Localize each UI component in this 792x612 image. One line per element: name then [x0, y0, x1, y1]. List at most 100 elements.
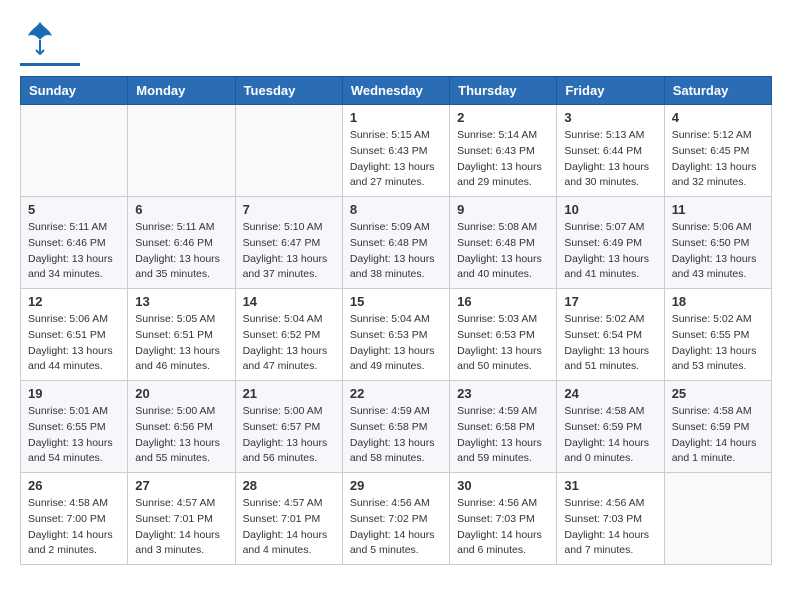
day-detail: Sunrise: 4:56 AM Sunset: 7:03 PM Dayligh…: [564, 496, 656, 559]
day-detail: Sunrise: 4:56 AM Sunset: 7:02 PM Dayligh…: [350, 496, 442, 559]
day-detail: Sunrise: 5:11 AM Sunset: 6:46 PM Dayligh…: [28, 220, 120, 283]
day-detail: Sunrise: 5:09 AM Sunset: 6:48 PM Dayligh…: [350, 220, 442, 283]
day-number: 30: [457, 478, 549, 493]
calendar-table: SundayMondayTuesdayWednesdayThursdayFrid…: [20, 76, 772, 565]
day-number: 7: [243, 202, 335, 217]
calendar-cell: 2 Sunrise: 5:14 AM Sunset: 6:43 PM Daylig…: [450, 105, 557, 197]
calendar-cell: 10 Sunrise: 5:07 AM Sunset: 6:49 PM Dayli…: [557, 197, 664, 289]
weekday-header-sunday: Sunday: [21, 77, 128, 105]
calendar-cell: 4 Sunrise: 5:12 AM Sunset: 6:45 PM Daylig…: [664, 105, 771, 197]
day-number: 23: [457, 386, 549, 401]
day-detail: Sunrise: 5:10 AM Sunset: 6:47 PM Dayligh…: [243, 220, 335, 283]
day-detail: Sunrise: 5:05 AM Sunset: 6:51 PM Dayligh…: [135, 312, 227, 375]
day-detail: Sunrise: 5:02 AM Sunset: 6:55 PM Dayligh…: [672, 312, 764, 375]
calendar-cell: 20Sunrise: 5:00 AM Sunset: 6:56 PM Dayli…: [128, 381, 235, 473]
day-number: 21: [243, 386, 335, 401]
day-number: 18: [672, 294, 764, 309]
weekday-header-wednesday: Wednesday: [342, 77, 449, 105]
calendar-cell: 6 Sunrise: 5:11 AM Sunset: 6:46 PM Daylig…: [128, 197, 235, 289]
calendar-cell: 9 Sunrise: 5:08 AM Sunset: 6:48 PM Daylig…: [450, 197, 557, 289]
day-detail: Sunrise: 5:12 AM Sunset: 6:45 PM Dayligh…: [672, 128, 764, 191]
calendar-cell: [21, 105, 128, 197]
day-detail: Sunrise: 4:58 AM Sunset: 6:59 PM Dayligh…: [672, 404, 764, 467]
calendar-cell: 28 Sunrise: 4:57 AM Sunset: 7:01 PM Dayli…: [235, 473, 342, 565]
calendar-cell: 11 Sunrise: 5:06 AM Sunset: 6:50 PM Dayli…: [664, 197, 771, 289]
day-detail: Sunrise: 5:02 AM Sunset: 6:54 PM Dayligh…: [564, 312, 656, 375]
day-number: 6: [135, 202, 227, 217]
weekday-header-friday: Friday: [557, 77, 664, 105]
calendar-cell: 13 Sunrise: 5:05 AM Sunset: 6:51 PM Dayli…: [128, 289, 235, 381]
day-number: 1: [350, 110, 442, 125]
day-detail: Sunrise: 5:07 AM Sunset: 6:49 PM Dayligh…: [564, 220, 656, 283]
weekday-header-tuesday: Tuesday: [235, 77, 342, 105]
calendar-cell: 18 Sunrise: 5:02 AM Sunset: 6:55 PM Dayli…: [664, 289, 771, 381]
day-number: 16: [457, 294, 549, 309]
calendar-cell: 19 Sunrise: 5:01 AM Sunset: 6:55 PM Dayli…: [21, 381, 128, 473]
day-detail: Sunrise: 5:11 AM Sunset: 6:46 PM Dayligh…: [135, 220, 227, 283]
page-header: [20, 20, 772, 66]
calendar-cell: 16 Sunrise: 5:03 AM Sunset: 6:53 PM Dayli…: [450, 289, 557, 381]
calendar-cell: 3Sunrise: 5:13 AM Sunset: 6:44 PM Daylig…: [557, 105, 664, 197]
logo-underline: [20, 63, 80, 66]
calendar-cell: 8Sunrise: 5:09 AM Sunset: 6:48 PM Daylig…: [342, 197, 449, 289]
calendar-cell: 1 Sunrise: 5:15 AM Sunset: 6:43 PM Daylig…: [342, 105, 449, 197]
day-number: 10: [564, 202, 656, 217]
day-detail: Sunrise: 4:59 AM Sunset: 6:58 PM Dayligh…: [457, 404, 549, 467]
day-detail: Sunrise: 5:04 AM Sunset: 6:53 PM Dayligh…: [350, 312, 442, 375]
day-detail: Sunrise: 5:00 AM Sunset: 6:57 PM Dayligh…: [243, 404, 335, 467]
calendar-cell: 12 Sunrise: 5:06 AM Sunset: 6:51 PM Dayli…: [21, 289, 128, 381]
calendar-week-2: 5 Sunrise: 5:11 AM Sunset: 6:46 PM Daylig…: [21, 197, 772, 289]
day-detail: Sunrise: 5:15 AM Sunset: 6:43 PM Dayligh…: [350, 128, 442, 191]
day-number: 28: [243, 478, 335, 493]
day-detail: Sunrise: 5:06 AM Sunset: 6:50 PM Dayligh…: [672, 220, 764, 283]
day-detail: Sunrise: 5:04 AM Sunset: 6:52 PM Dayligh…: [243, 312, 335, 375]
day-number: 14: [243, 294, 335, 309]
day-number: 4: [672, 110, 764, 125]
day-number: 20: [135, 386, 227, 401]
calendar-cell: [128, 105, 235, 197]
calendar-cell: 22 Sunrise: 4:59 AM Sunset: 6:58 PM Dayli…: [342, 381, 449, 473]
calendar-cell: 31 Sunrise: 4:56 AM Sunset: 7:03 PM Dayli…: [557, 473, 664, 565]
calendar-cell: 15 Sunrise: 5:04 AM Sunset: 6:53 PM Dayli…: [342, 289, 449, 381]
day-detail: Sunrise: 5:14 AM Sunset: 6:43 PM Dayligh…: [457, 128, 549, 191]
day-detail: Sunrise: 5:03 AM Sunset: 6:53 PM Dayligh…: [457, 312, 549, 375]
logo: [20, 20, 80, 66]
day-number: 17: [564, 294, 656, 309]
day-detail: Sunrise: 4:58 AM Sunset: 7:00 PM Dayligh…: [28, 496, 120, 559]
calendar-cell: [235, 105, 342, 197]
day-number: 19: [28, 386, 120, 401]
logo-bird-icon: [26, 20, 54, 61]
day-detail: Sunrise: 4:57 AM Sunset: 7:01 PM Dayligh…: [243, 496, 335, 559]
calendar-body: 1 Sunrise: 5:15 AM Sunset: 6:43 PM Daylig…: [21, 105, 772, 565]
day-number: 11: [672, 202, 764, 217]
day-number: 27: [135, 478, 227, 493]
weekday-header-monday: Monday: [128, 77, 235, 105]
calendar-cell: 23 Sunrise: 4:59 AM Sunset: 6:58 PM Dayli…: [450, 381, 557, 473]
day-detail: Sunrise: 5:06 AM Sunset: 6:51 PM Dayligh…: [28, 312, 120, 375]
calendar-cell: 14 Sunrise: 5:04 AM Sunset: 6:52 PM Dayli…: [235, 289, 342, 381]
day-number: 25: [672, 386, 764, 401]
calendar-cell: 5 Sunrise: 5:11 AM Sunset: 6:46 PM Daylig…: [21, 197, 128, 289]
day-number: 13: [135, 294, 227, 309]
day-number: 15: [350, 294, 442, 309]
calendar-cell: 27Sunrise: 4:57 AM Sunset: 7:01 PM Dayli…: [128, 473, 235, 565]
day-number: 9: [457, 202, 549, 217]
calendar-cell: 24Sunrise: 4:58 AM Sunset: 6:59 PM Dayli…: [557, 381, 664, 473]
day-number: 29: [350, 478, 442, 493]
calendar-cell: 21 Sunrise: 5:00 AM Sunset: 6:57 PM Dayli…: [235, 381, 342, 473]
calendar-cell: 25 Sunrise: 4:58 AM Sunset: 6:59 PM Dayli…: [664, 381, 771, 473]
day-detail: Sunrise: 4:59 AM Sunset: 6:58 PM Dayligh…: [350, 404, 442, 467]
weekday-header-saturday: Saturday: [664, 77, 771, 105]
calendar-week-4: 19 Sunrise: 5:01 AM Sunset: 6:55 PM Dayli…: [21, 381, 772, 473]
calendar-cell: 17 Sunrise: 5:02 AM Sunset: 6:54 PM Dayli…: [557, 289, 664, 381]
calendar-cell: 30Sunrise: 4:56 AM Sunset: 7:03 PM Dayli…: [450, 473, 557, 565]
day-number: 24: [564, 386, 656, 401]
day-number: 5: [28, 202, 120, 217]
day-number: 12: [28, 294, 120, 309]
day-number: 22: [350, 386, 442, 401]
day-number: 2: [457, 110, 549, 125]
day-number: 31: [564, 478, 656, 493]
day-detail: Sunrise: 5:08 AM Sunset: 6:48 PM Dayligh…: [457, 220, 549, 283]
day-number: 3: [564, 110, 656, 125]
day-detail: Sunrise: 5:01 AM Sunset: 6:55 PM Dayligh…: [28, 404, 120, 467]
